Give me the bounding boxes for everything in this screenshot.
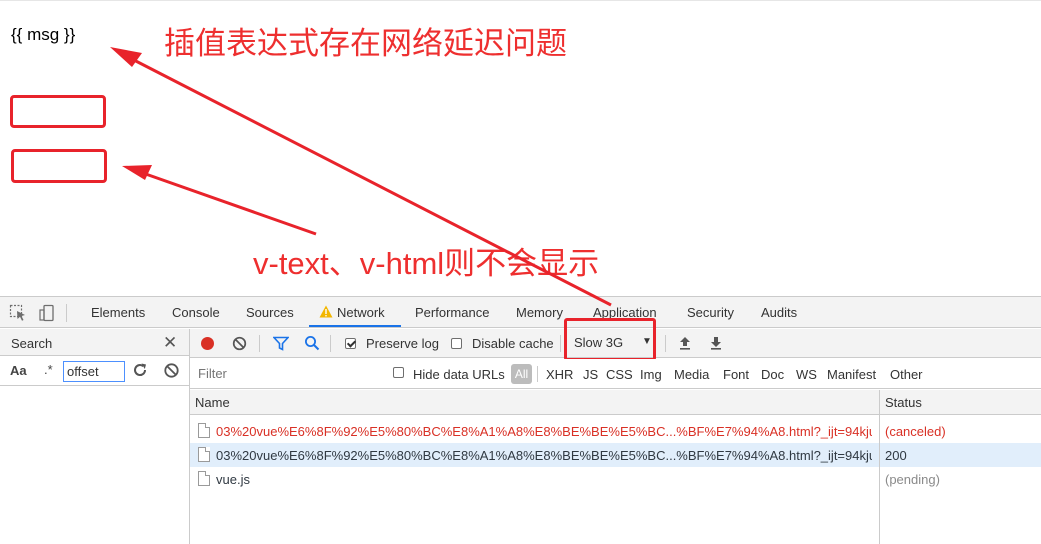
disable-cache-label: Disable cache	[472, 336, 554, 351]
filter-type-doc[interactable]: Doc	[761, 367, 784, 382]
filter-type-manifest[interactable]: Manifest	[827, 367, 876, 382]
request-name: vue.js	[216, 472, 250, 487]
search-pane-title: Search	[11, 336, 53, 351]
filter-type-media[interactable]: Media	[674, 367, 709, 382]
disable-cache-checkbox[interactable]	[451, 338, 462, 349]
request-status: (canceled)	[885, 424, 946, 439]
tab-audits[interactable]: Audits	[761, 305, 797, 320]
active-tab-indicator	[309, 325, 401, 327]
v-html-empty-box	[11, 149, 107, 183]
tab-security[interactable]: Security	[687, 305, 734, 320]
filter-type-all[interactable]: All	[511, 364, 532, 384]
filter-type-css[interactable]: CSS	[606, 367, 633, 382]
search-pane-header: Search ✕	[0, 329, 189, 356]
export-har-icon[interactable]	[709, 335, 723, 351]
preserve-log-checkbox[interactable]	[345, 338, 356, 349]
toolbar-separator	[259, 335, 260, 352]
request-name: 03%20vue%E6%8F%92%E5%80%BC%E8%A1%A8%E8%B…	[216, 424, 872, 439]
toolbar-separator	[665, 335, 666, 352]
clear-icon[interactable]	[232, 336, 247, 351]
filter-type-img[interactable]: Img	[640, 367, 662, 382]
devtools-panel: Elements Console Sources Network Perform…	[0, 296, 1041, 544]
v-text-empty-box	[10, 95, 106, 128]
document-icon	[198, 423, 210, 438]
inspect-element-icon[interactable]	[9, 304, 27, 322]
document-icon	[198, 471, 210, 486]
request-status: (pending)	[885, 472, 940, 487]
filter-type-xhr[interactable]: XHR	[546, 367, 573, 382]
toolbar-separator	[330, 335, 331, 352]
request-status: 200	[885, 448, 907, 463]
tab-sources[interactable]: Sources	[246, 305, 294, 320]
clear-search-icon[interactable]	[163, 362, 180, 379]
record-button[interactable]	[201, 337, 214, 350]
devtools-tab-bar: Elements Console Sources Network Perform…	[0, 297, 1041, 328]
warning-icon	[319, 305, 333, 318]
table-row[interactable]: 03%20vue%E6%8F%92%E5%80%BC%E8%A1%A8%E8%B…	[190, 419, 1041, 443]
regex-toggle[interactable]: .*	[44, 362, 53, 377]
filter-type-other[interactable]: Other	[890, 367, 923, 382]
tab-bar-separator	[66, 304, 67, 322]
network-filter-bar: Hide data URLs All XHR JS CSS Img Media …	[190, 359, 1041, 389]
tab-network[interactable]: Network	[319, 305, 385, 320]
search-input[interactable]	[63, 361, 125, 382]
filter-type-font[interactable]: Font	[723, 367, 749, 382]
preserve-log-label: Preserve log	[366, 336, 439, 351]
column-header-name[interactable]: Name	[195, 395, 230, 410]
filter-type-js[interactable]: JS	[583, 367, 598, 382]
import-har-icon[interactable]	[678, 335, 692, 351]
msg-interpolation-text: {{ msg }}	[11, 25, 76, 44]
search-icon[interactable]	[304, 335, 320, 351]
device-toolbar-icon[interactable]	[39, 304, 57, 322]
table-row[interactable]: 03%20vue%E6%8F%92%E5%80%BC%E8%A1%A8%E8%B…	[190, 443, 1041, 467]
request-table-header: Name Status	[190, 390, 1041, 415]
tab-elements[interactable]: Elements	[91, 305, 145, 320]
match-case-toggle[interactable]: Aa	[10, 363, 27, 378]
refresh-icon[interactable]	[131, 361, 149, 379]
search-pane: Search ✕ Aa .*	[0, 329, 190, 544]
column-divider[interactable]	[879, 390, 880, 544]
tab-performance[interactable]: Performance	[415, 305, 489, 320]
tab-network-label: Network	[337, 305, 385, 320]
close-icon[interactable]: ✕	[163, 333, 177, 353]
toolbar-separator	[560, 335, 561, 352]
network-toolbar: Preserve log Disable cache Slow 3G ▼	[190, 318, 1041, 361]
tab-memory[interactable]: Memory	[516, 305, 563, 320]
hide-data-urls-label: Hide data URLs	[413, 367, 505, 382]
request-name: 03%20vue%E6%8F%92%E5%80%BC%E8%A1%A8%E8%B…	[216, 448, 872, 463]
search-toolbar: Aa .*	[0, 357, 189, 386]
hide-data-urls-checkbox[interactable]	[393, 367, 404, 378]
document-icon	[198, 447, 210, 462]
annotation-v-text-v-html: v-text、v-html则不会显示	[253, 246, 600, 281]
filter-type-ws[interactable]: WS	[796, 367, 817, 382]
tab-console[interactable]: Console	[172, 305, 220, 320]
table-row[interactable]: vue.js (pending)	[190, 467, 1041, 491]
throttle-highlight-box	[564, 318, 656, 361]
column-header-status[interactable]: Status	[885, 395, 922, 410]
filter-icon[interactable]	[273, 336, 289, 351]
page-viewport: {{ msg }} 插值表达式存在网络延迟问题 v-text、v-html则不会…	[0, 0, 1041, 296]
filter-input[interactable]	[194, 363, 378, 384]
filter-separator	[537, 366, 538, 382]
annotation-interpolation-delay: 插值表达式存在网络延迟问题	[164, 26, 567, 61]
